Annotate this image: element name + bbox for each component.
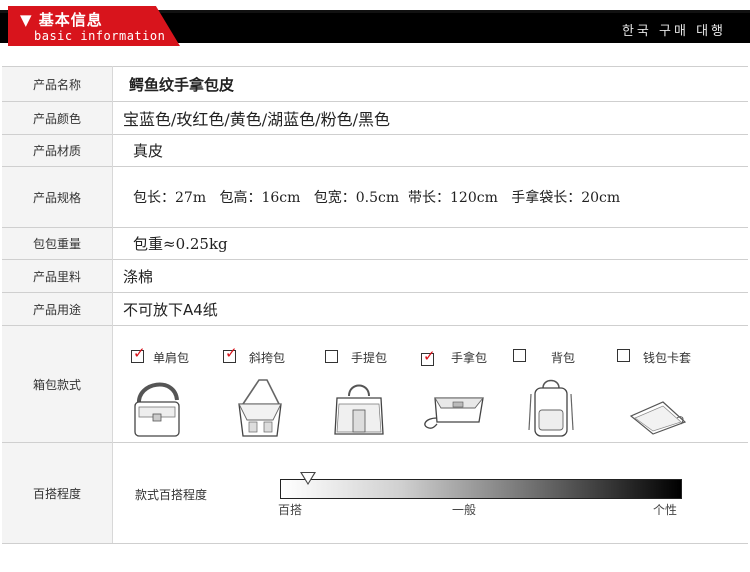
- row-color: 产品颜色 宝蓝色/玫红色/黄色/湖蓝色/粉色/黑色: [2, 101, 748, 135]
- matching-gradient-bar: [280, 479, 682, 499]
- row-label: 包包重量: [2, 227, 113, 260]
- check-mark-icon: ✓: [423, 347, 436, 365]
- styles-cell: ✓ 单肩包 ✓ 斜挎包 手提包 ✓ 手拿包 背包 钱包卡套: [112, 325, 748, 443]
- style-label: 钱包卡套: [643, 351, 692, 365]
- handbag-icon: [334, 384, 384, 435]
- style-label: 手提包: [351, 351, 388, 365]
- checkbox[interactable]: [617, 349, 630, 362]
- shoulder-bag-icon: [134, 382, 180, 437]
- product-name-value: 鳄鱼纹手拿包皮: [112, 66, 748, 102]
- style-label: 手拿包: [451, 351, 488, 365]
- row-lining: 产品里料 涤棉: [2, 259, 748, 293]
- style-item-handbag[interactable]: 手提包: [321, 344, 421, 442]
- style-item-clutch-bag[interactable]: ✓ 手拿包: [415, 344, 515, 442]
- checkbox[interactable]: ✓: [223, 346, 238, 363]
- checkbox[interactable]: ✓: [421, 349, 436, 366]
- style-label: 背包: [551, 351, 576, 365]
- row-weight: 包包重量 包重≈0.25kg: [2, 227, 748, 260]
- checkbox[interactable]: [325, 350, 338, 363]
- style-item-shoulder-bag[interactable]: ✓ 单肩包: [127, 344, 227, 442]
- row-name: 产品名称 鳄鱼纹手拿包皮: [2, 66, 748, 102]
- check-mark-icon: ✓: [225, 344, 238, 362]
- checkbox[interactable]: [513, 349, 526, 362]
- bag-style-list: ✓ 单肩包 ✓ 斜挎包 手提包 ✓ 手拿包 背包 钱包卡套: [113, 326, 748, 442]
- row-label: 产品用途: [2, 292, 113, 326]
- row-label: 产品颜色: [2, 101, 113, 135]
- matching-level-marker: [300, 472, 317, 485]
- style-item-backpack[interactable]: 背包: [509, 344, 609, 442]
- matching-cell: 款式百搭程度 百搭 一般 个性: [112, 442, 748, 544]
- check-mark-icon: ✓: [133, 344, 146, 362]
- row-usage: 产品用途 不可放下A4纸: [2, 292, 748, 326]
- product-weight-value: 包重≈0.25kg: [112, 227, 748, 260]
- clutch-bag-icon: [424, 397, 484, 429]
- row-label: 百搭程度: [2, 442, 113, 544]
- style-label: 斜挎包: [249, 351, 286, 365]
- row-label: 产品里料: [2, 259, 113, 293]
- style-item-crossbody-bag[interactable]: ✓ 斜挎包: [219, 344, 319, 442]
- row-material: 产品材质 真皮: [2, 134, 748, 167]
- product-color-value: 宝蓝色/玫红色/黄色/湖蓝色/粉色/黑色: [112, 101, 748, 135]
- section-subtitle: basic information: [34, 29, 166, 43]
- crossbody-bag-icon: [238, 379, 282, 437]
- product-spec-table: 产品名称 鳄鱼纹手拿包皮 产品颜色 宝蓝色/玫红色/黄色/湖蓝色/粉色/黑色 产…: [2, 66, 748, 544]
- style-item-wallet[interactable]: 钱包卡套: [607, 344, 707, 442]
- product-usage-value: 不可放下A4纸: [112, 292, 748, 326]
- checkbox[interactable]: ✓: [131, 346, 146, 363]
- style-label: 单肩包: [153, 351, 190, 365]
- tick-average: 一般: [452, 503, 477, 517]
- tick-distinctive: 个性: [653, 503, 678, 517]
- row-label: 产品材质: [2, 134, 113, 167]
- product-material-value: 真皮: [112, 134, 748, 167]
- section-header: ▼ 基本信息 basic information 한국 구매 대행: [0, 0, 750, 46]
- product-lining-value: 涤棉: [112, 259, 748, 293]
- row-matching: 百搭程度 款式百搭程度 百搭 一般 个性: [2, 442, 748, 544]
- wallet-icon: [629, 401, 687, 435]
- matching-caption: 款式百搭程度: [135, 488, 208, 502]
- matching-scale: 款式百搭程度 百搭 一般 个性: [113, 443, 748, 543]
- row-label: 产品规格: [2, 166, 113, 228]
- row-size: 产品规格 包长：27m 包高：16cm 包宽：0.5cm 带长：120cm 手拿…: [2, 166, 748, 228]
- product-size-value: 包长：27m 包高：16cm 包宽：0.5cm 带长：120cm 手拿袋长：20…: [112, 166, 748, 228]
- backpack-icon: [528, 379, 574, 437]
- row-styles: 箱包款式 ✓ 单肩包 ✓ 斜挎包 手提包 ✓ 手拿包 背包 钱包卡套: [2, 325, 748, 443]
- row-label: 产品名称: [2, 66, 113, 102]
- row-label: 箱包款式: [2, 325, 113, 443]
- section-title: ▼ 基本信息: [20, 11, 103, 29]
- tick-versatile: 百搭: [278, 503, 303, 517]
- korean-tagline: 한국 구매 대행: [621, 24, 726, 39]
